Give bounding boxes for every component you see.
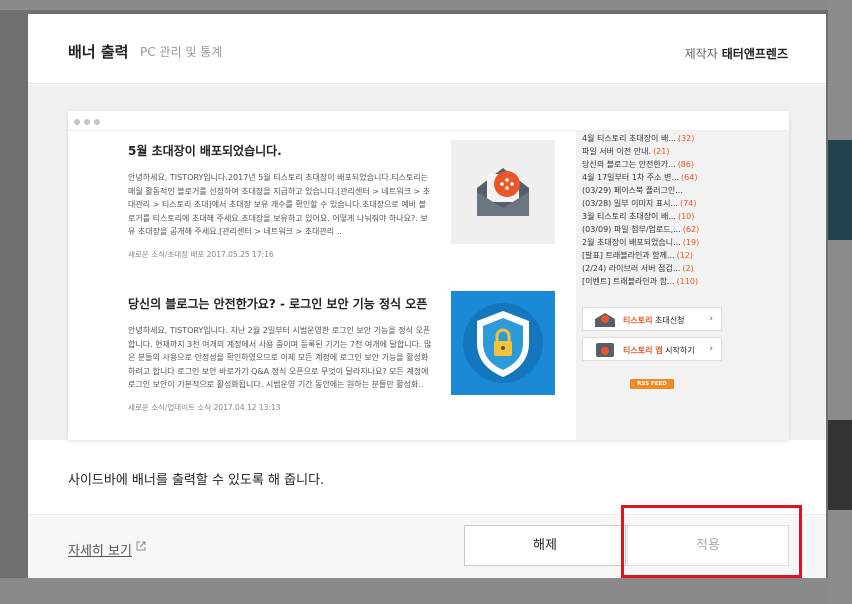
preview-area: 5월 초대장이 배포되었습니다. 안녕하세요, TISTORY입니다.2017년… <box>28 85 826 440</box>
sidebar-post-item: [이벤트] 트래블라인과 함... (110) <box>582 277 699 286</box>
sidebar-post-item: 당신의 블로그는 안전한가... (86) <box>582 160 695 169</box>
invite-banner-label: 티스토리 초대신청 <box>623 316 685 325</box>
sidebar-post-item: [발표] 트래블라인과 함께... (12) <box>582 251 693 260</box>
detail-link[interactable]: 자세히 보기 <box>68 540 132 559</box>
sidebar-post-item: 4월 17일부터 1차 주소 변... (64) <box>582 173 698 182</box>
shield-lock-thumbnail-icon <box>451 291 555 395</box>
sidebar-post-item: (03/09) 파일 첨부/업로드,... (62) <box>582 225 700 234</box>
external-link-icon <box>136 541 146 551</box>
author-label: 제작자 <box>684 47 718 61</box>
invite-banner: 티스토리 초대신청 › <box>582 307 722 331</box>
sidebar-post-item: (03/28) 일부 이미지 표시... (74) <box>582 199 697 208</box>
background-block <box>828 140 852 240</box>
modal-subtitle: PC 관리 및 통계 <box>140 45 223 59</box>
envelope-thumbnail-icon <box>451 140 555 244</box>
rss-feed-badge: RSS FEED <box>630 379 674 389</box>
background-top-strip <box>0 0 852 10</box>
modal-header: 배너 출력 PC 관리 및 통계 제작자 태터앤프렌즈 <box>28 14 826 84</box>
plugin-description: 사이드바에 배너를 출력할 수 있도록 해 줍니다. <box>68 473 325 488</box>
post-title: 당신의 블로그는 안전한가요? - 로그인 보안 기능 정식 오픈 <box>128 297 428 311</box>
app-banner: 티스토리 앱 시작하기 › <box>582 337 722 361</box>
sidebar-post-item: 2월 초대장이 배포되었습니... (19) <box>582 238 700 247</box>
sidebar-post-item: (03/29) 페이스북 플러그인... <box>582 186 683 195</box>
post-meta: 새로운 소식/업데이트 소식 2017.04.12 13:13 <box>128 402 281 412</box>
chevron-right-icon: › <box>709 344 713 354</box>
background-bottom-strip <box>0 578 852 604</box>
preview-sidebar: 4월 티스토리 초대장이 배... (32) 파일 서버 이전 안내. (21) 당… <box>576 131 789 440</box>
window-dot <box>84 119 90 125</box>
sidebar-post-item: 4월 티스토리 초대장이 배... (32) <box>582 134 695 143</box>
author-info: 제작자 태터앤프렌즈 <box>685 45 788 62</box>
background-block <box>828 420 852 510</box>
author-name: 태터앤프렌즈 <box>721 47 788 61</box>
sidebar-post-item: 파일 서버 이전 안내. (21) <box>582 147 670 156</box>
release-button[interactable]: 해제 <box>464 525 626 566</box>
modal-title: 배너 출력 <box>68 43 129 61</box>
highlight-box <box>621 505 802 578</box>
preview-browser: 5월 초대장이 배포되었습니다. 안녕하세요, TISTORY입니다.2017년… <box>68 111 789 440</box>
chevron-right-icon: › <box>709 314 713 324</box>
background-right-panel <box>828 0 852 604</box>
plugin-modal: 배너 출력 PC 관리 및 통계 제작자 태터앤프렌즈 5월 초대장이 배포되었습… <box>28 14 826 578</box>
browser-bar <box>68 111 789 131</box>
sidebar-post-item: (2/24) 라이브러 서버 점검... (2) <box>582 264 694 273</box>
post-body: 안녕하세요, TISTORY입니다.2017년 5월 티스토리 초대장이 배포되… <box>128 173 431 237</box>
window-dot <box>94 119 100 125</box>
app-banner-label: 티스토리 앱 시작하기 <box>623 346 695 355</box>
window-dot <box>74 119 80 125</box>
preview-post: 5월 초대장이 배포되었습니다. 안녕하세요, TISTORY입니다.2017년… <box>128 142 433 260</box>
post-meta: 새로운 소식/초대장 배포 2017.05.25 17:16 <box>128 249 274 259</box>
post-body: 안녕하세요, TISTORY입니다. 지난 2월 2일부터 시범운영한 로그인 … <box>128 326 432 390</box>
app-icon <box>596 343 614 357</box>
post-title: 5월 초대장이 배포되었습니다. <box>128 144 282 158</box>
sidebar-post-item: 3월 티스토리 초대장이 배... (10) <box>582 212 695 221</box>
envelope-icon <box>595 313 615 327</box>
preview-post: 당신의 블로그는 안전한가요? - 로그인 보안 기능 정식 오픈 안녕하세요,… <box>128 295 433 413</box>
